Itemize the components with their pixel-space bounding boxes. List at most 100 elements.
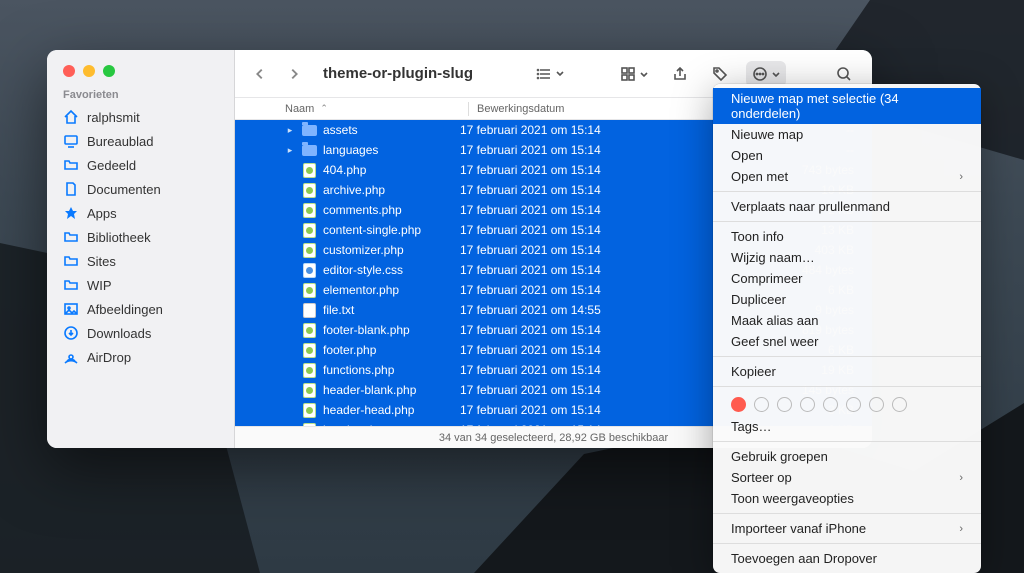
sidebar-item-bibliotheek[interactable]: Bibliotheek: [53, 225, 228, 249]
menu-item[interactable]: Nieuwe map: [713, 124, 981, 145]
sidebar-item-apps[interactable]: Apps: [53, 201, 228, 225]
sidebar-item-wip[interactable]: WIP: [53, 273, 228, 297]
file-date: 17 februari 2021 om 15:14: [460, 183, 688, 197]
file-name: footer.php: [323, 343, 376, 357]
group-button[interactable]: [614, 61, 654, 87]
sidebar-item-documenten[interactable]: Documenten: [53, 177, 228, 201]
file-date: 17 februari 2021 om 15:14: [460, 283, 688, 297]
sidebar-section-header: Favorieten: [47, 87, 234, 105]
folder-icon: [63, 157, 79, 173]
file-date: 17 februari 2021 om 15:14: [460, 223, 688, 237]
menu-item[interactable]: Nieuwe map met selectie (34 onderdelen): [713, 88, 981, 124]
menu-item-tags[interactable]: Tags…: [713, 416, 981, 437]
sidebar-item-label: Apps: [87, 206, 117, 221]
folder-icon: [301, 122, 317, 138]
disclose-icon[interactable]: ▸: [285, 145, 295, 156]
menu-item[interactable]: Gebruik groepen: [713, 446, 981, 467]
sidebar-item-label: WIP: [87, 278, 112, 293]
tag-dot[interactable]: [754, 397, 769, 412]
minimize-button[interactable]: [83, 65, 95, 77]
menu-separator: [713, 513, 981, 514]
txt-icon: [301, 302, 317, 318]
search-button[interactable]: [830, 61, 858, 87]
tag-dot[interactable]: [892, 397, 907, 412]
file-name: 404.php: [323, 163, 366, 177]
file-name: functions.php: [323, 363, 394, 377]
folder-icon: [63, 253, 79, 269]
file-date: 17 februari 2021 om 15:14: [460, 363, 688, 377]
tag-dot[interactable]: [846, 397, 861, 412]
file-date: 17 februari 2021 om 15:14: [460, 403, 688, 417]
sidebar-item-label: Afbeeldingen: [87, 302, 163, 317]
menu-item[interactable]: Toevoegen aan Dropover: [713, 548, 981, 569]
menu-item[interactable]: Toon weergaveopties: [713, 488, 981, 509]
file-name: footer-blank.php: [323, 323, 410, 337]
tag-dot[interactable]: [777, 397, 792, 412]
chevron-right-icon: ›: [959, 472, 963, 484]
menu-item[interactable]: Comprimeer: [713, 268, 981, 289]
desktop-icon: [63, 133, 79, 149]
php-icon: [301, 242, 317, 258]
sidebar-item-sites[interactable]: Sites: [53, 249, 228, 273]
back-button[interactable]: [249, 63, 271, 85]
file-date: 17 februari 2021 om 15:14: [460, 383, 688, 397]
doc-icon: [63, 181, 79, 197]
menu-item[interactable]: Verplaats naar prullenmand: [713, 196, 981, 217]
css-icon: [301, 262, 317, 278]
php-icon: [301, 382, 317, 398]
php-icon: [301, 422, 317, 426]
sidebar-item-downloads[interactable]: Downloads: [53, 321, 228, 345]
menu-item[interactable]: Geef snel weer: [713, 331, 981, 352]
menu-item[interactable]: Open: [713, 145, 981, 166]
view-list-button[interactable]: [530, 61, 570, 87]
window-controls: [47, 50, 234, 87]
sidebar: Favorieten ralphsmit BureaubladGedeeldDoc…: [47, 50, 235, 448]
home-icon: [63, 109, 79, 125]
col-name[interactable]: Naam⌃: [235, 103, 460, 115]
action-menu-button[interactable]: [746, 61, 786, 87]
menu-item[interactable]: Kopieer: [713, 361, 981, 382]
forward-button[interactable]: [283, 63, 305, 85]
folder-icon: [63, 229, 79, 245]
file-name: elementor.php: [323, 283, 399, 297]
sort-asc-icon: ⌃: [320, 103, 328, 114]
menu-item[interactable]: Maak alias aan: [713, 310, 981, 331]
zoom-button[interactable]: [103, 65, 115, 77]
disclose-icon[interactable]: ▸: [285, 125, 295, 136]
file-date: 17 februari 2021 om 15:14: [460, 243, 688, 257]
tag-dot[interactable]: [869, 397, 884, 412]
tag-dot[interactable]: [731, 397, 746, 412]
tag-button[interactable]: [706, 61, 734, 87]
menu-separator: [713, 386, 981, 387]
sidebar-item-bureaublad[interactable]: Bureaublad: [53, 129, 228, 153]
file-date: 17 februari 2021 om 15:14: [460, 343, 688, 357]
col-date[interactable]: Bewerkingsdatum: [477, 103, 705, 115]
menu-item[interactable]: Dupliceer: [713, 289, 981, 310]
file-name: content-single.php: [323, 223, 421, 237]
file-name: archive.php: [323, 183, 385, 197]
php-icon: [301, 182, 317, 198]
airdrop-icon: [63, 349, 79, 365]
php-icon: [301, 362, 317, 378]
sidebar-item-ralphsmit[interactable]: ralphsmit: [53, 105, 228, 129]
close-button[interactable]: [63, 65, 75, 77]
menu-item[interactable]: Wijzig naam…: [713, 247, 981, 268]
tag-picker: [713, 391, 981, 416]
share-button[interactable]: [666, 61, 694, 87]
menu-item[interactable]: Toon info: [713, 226, 981, 247]
php-icon: [301, 282, 317, 298]
sidebar-item-airdrop[interactable]: AirDrop: [53, 345, 228, 369]
tag-dot[interactable]: [823, 397, 838, 412]
window-title: theme-or-plugin-slug: [323, 65, 473, 82]
sidebar-item-afbeeldingen[interactable]: Afbeeldingen: [53, 297, 228, 321]
file-date: 17 februari 2021 om 15:14: [460, 143, 688, 157]
menu-item[interactable]: Importeer vanaf iPhone›: [713, 518, 981, 539]
chevron-right-icon: ›: [959, 171, 963, 183]
sidebar-item-label: Downloads: [87, 326, 151, 341]
sidebar-item-gedeeld[interactable]: Gedeeld: [53, 153, 228, 177]
menu-item[interactable]: Sorteer op›: [713, 467, 981, 488]
tag-dot[interactable]: [800, 397, 815, 412]
sidebar-item-label: ralphsmit: [87, 110, 140, 125]
menu-item[interactable]: Open met›: [713, 166, 981, 187]
menu-separator: [713, 221, 981, 222]
